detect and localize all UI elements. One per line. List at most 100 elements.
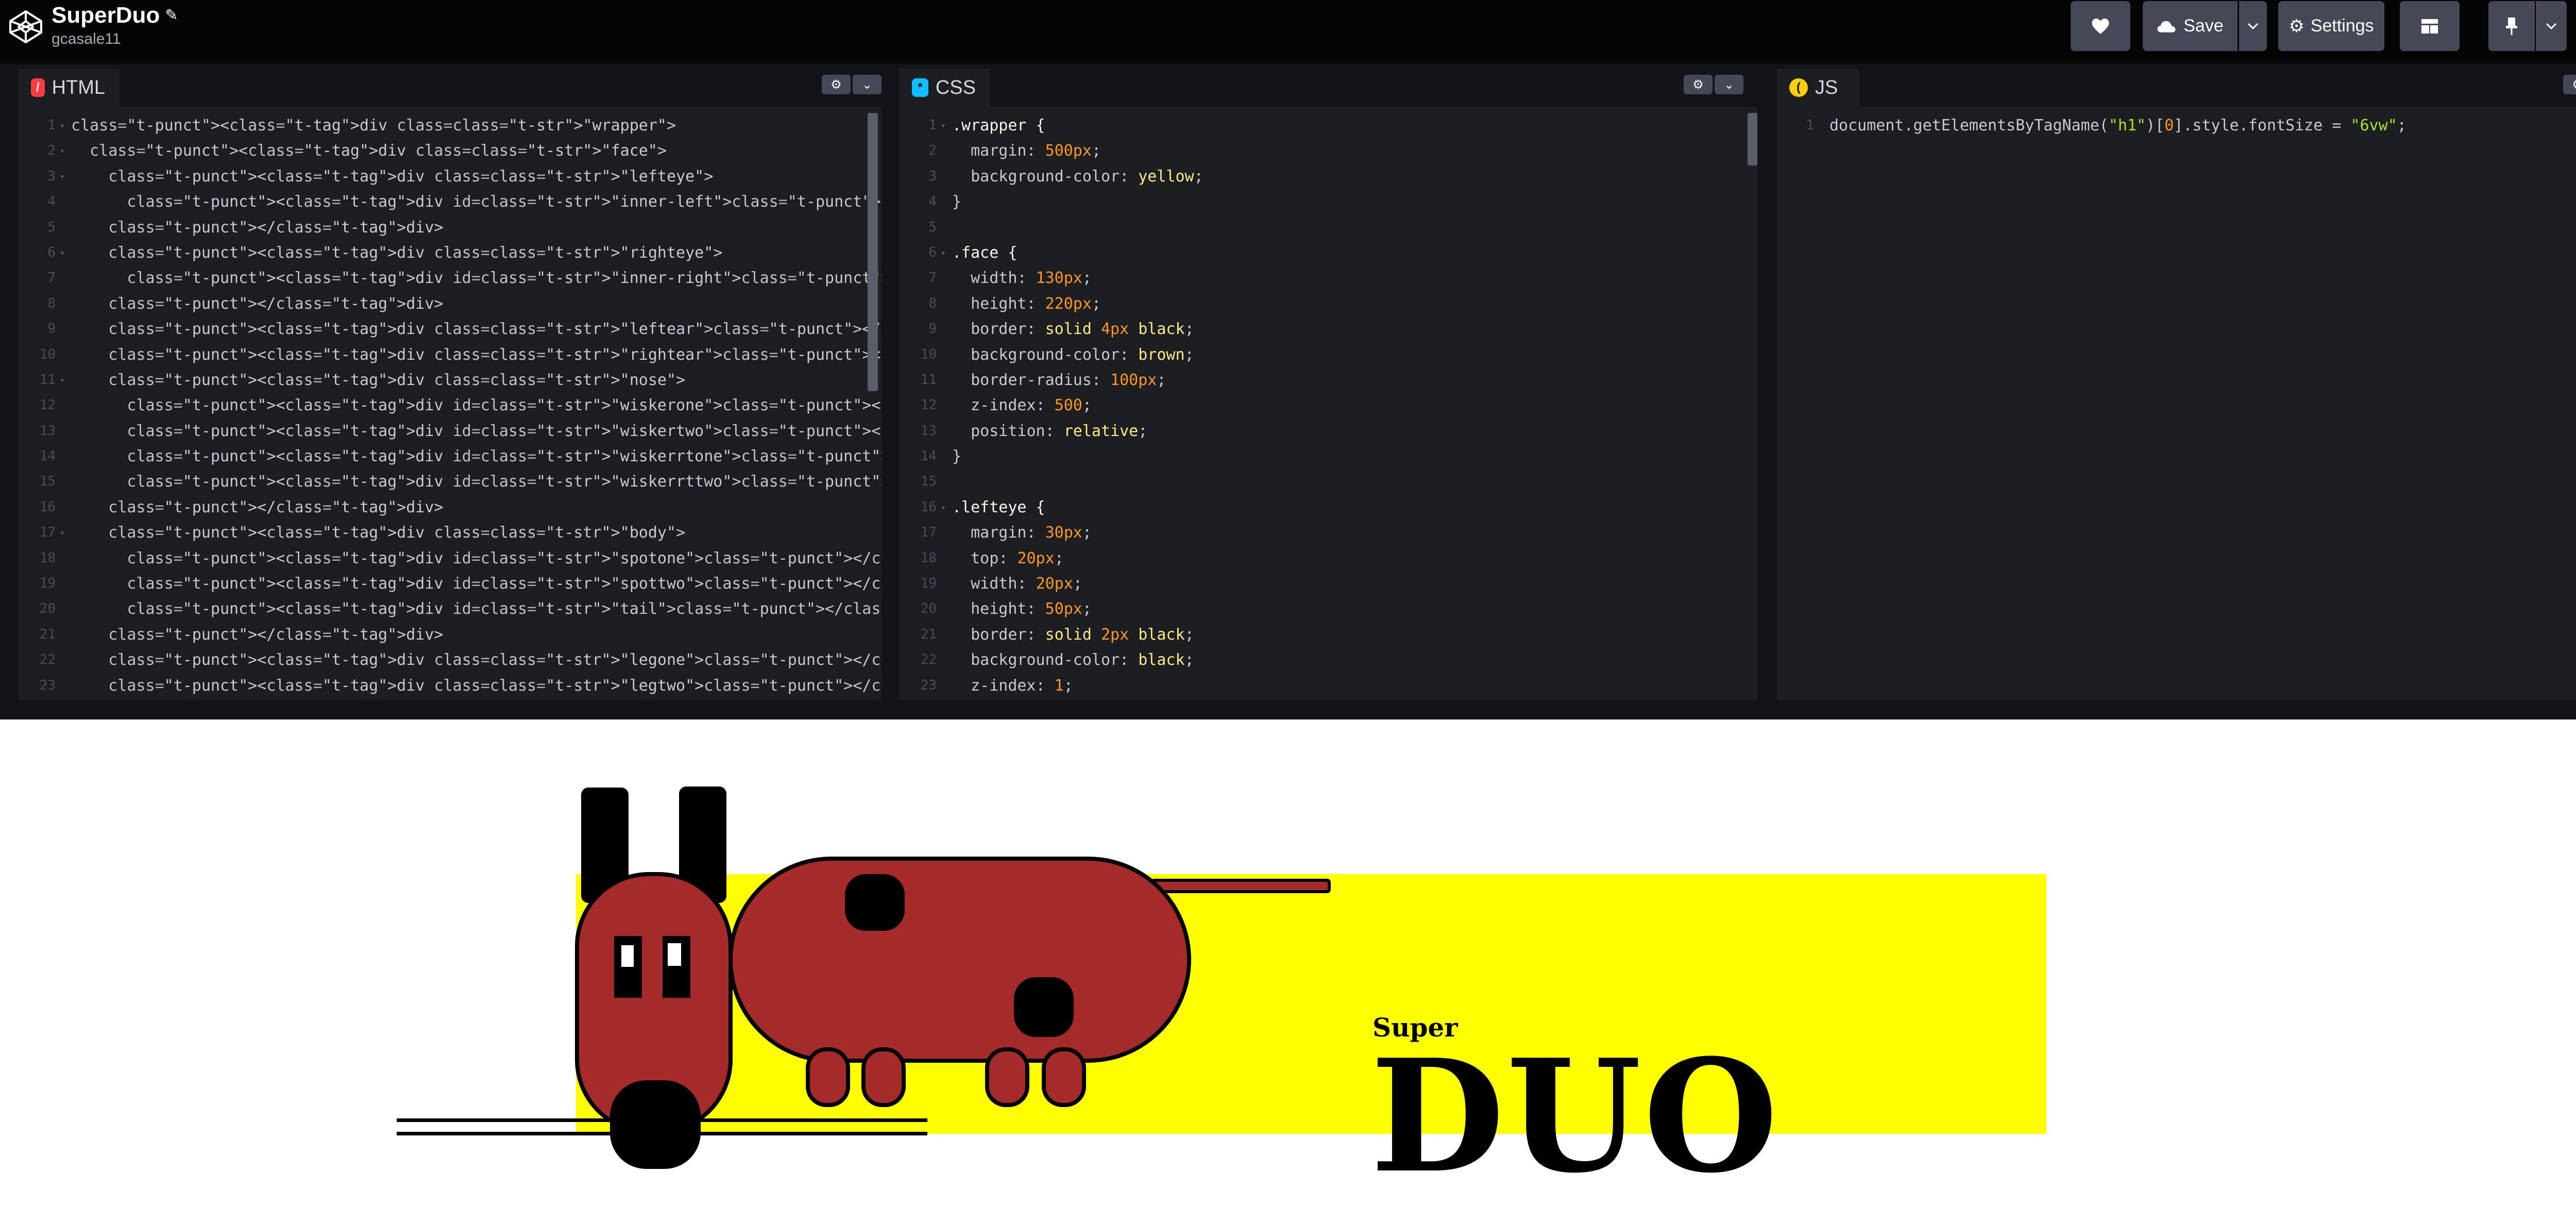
code-line[interactable]: 1 ▾ .wrapper {	[900, 113, 1757, 138]
code-line[interactable]: 14 class="t-punct"><class="t-tag">div id…	[19, 444, 882, 469]
html-scrollbar[interactable]	[868, 113, 878, 391]
code-line[interactable]: 21 border: solid 2px black;	[900, 622, 1757, 647]
code-text[interactable]: class="t-punct"><class="t-tag">div id=cl…	[71, 393, 882, 418]
html-collapse-button[interactable]: ⌄	[853, 75, 882, 94]
code-line[interactable]: 23 z-index: 1;	[900, 673, 1757, 698]
code-text[interactable]: class="t-punct"><class="t-tag">div id=cl…	[71, 419, 882, 444]
code-text[interactable]: class="t-punct"><class="t-tag">div class…	[71, 342, 882, 367]
code-text[interactable]: }	[952, 444, 961, 469]
code-text[interactable]: background-color: brown;	[952, 342, 1194, 367]
code-text[interactable]: top: 20px;	[952, 546, 1064, 571]
code-line[interactable]: 5	[900, 215, 1757, 240]
pen-author[interactable]: gcasale11	[52, 30, 178, 48]
code-line[interactable]: 11 ▾ class="t-punct"><class="t-tag">div c…	[19, 367, 882, 393]
code-line[interactable]: 17 ▾ class="t-punct"><class="t-tag">div c…	[19, 520, 882, 545]
save-button[interactable]: Save	[2143, 1, 2238, 51]
code-line[interactable]: 18 class="t-punct"><class="t-tag">div id…	[19, 546, 882, 571]
css-collapse-button[interactable]: ⌄	[1715, 75, 1743, 94]
html-code[interactable]: 1 ▾ class="t-punct"><class="t-tag">div cla…	[19, 113, 882, 698]
codepen-logo-icon[interactable]	[7, 8, 44, 45]
pen-title-text[interactable]: SuperDuo	[52, 1, 160, 30]
code-text[interactable]: document.getElementsByTagName("h1")[0].s…	[1829, 113, 2406, 138]
js-settings-button[interactable]: ⚙	[2563, 75, 2576, 94]
code-text[interactable]: .wrapper {	[952, 113, 1045, 138]
change-view-button[interactable]	[2400, 1, 2460, 51]
css-scrollbar[interactable]	[1748, 113, 1757, 165]
code-line[interactable]: 14}	[900, 444, 1757, 469]
code-line[interactable]: 6 ▾ .face {	[900, 240, 1757, 265]
code-line[interactable]: 7 class="t-punct"><class="t-tag">div id=…	[19, 265, 882, 291]
code-line[interactable]: 22 background-color: black;	[900, 647, 1757, 673]
heart-button[interactable]	[2071, 1, 2130, 51]
code-text[interactable]: class="t-punct"><class="t-tag">div class…	[71, 113, 676, 138]
code-text[interactable]: class="t-punct"><class="t-tag">div id=cl…	[71, 444, 882, 469]
code-line[interactable]: 5 class="t-punct"></class="t-tag">div>	[19, 215, 882, 240]
code-text[interactable]: height: 220px;	[952, 291, 1101, 316]
pencil-icon[interactable]: ✎	[165, 1, 178, 30]
code-text[interactable]: class="t-punct"></class="t-tag">div>	[71, 291, 443, 316]
code-line[interactable]: 12 z-index: 500;	[900, 393, 1757, 418]
code-line[interactable]: 2 margin: 500px;	[900, 138, 1757, 163]
code-text[interactable]: border: solid 4px black;	[952, 316, 1194, 342]
code-line[interactable]: 4}	[900, 189, 1757, 214]
fold-toggle-icon[interactable]: ▾	[60, 520, 65, 545]
pen-title[interactable]: SuperDuo ✎	[52, 1, 178, 30]
code-text[interactable]: }	[952, 189, 961, 214]
code-line[interactable]: 10 background-color: brown;	[900, 342, 1757, 367]
code-text[interactable]: class="t-punct"><class="t-tag">div class…	[71, 367, 685, 393]
save-options-button[interactable]	[2239, 1, 2267, 51]
code-line[interactable]: 4 class="t-punct"><class="t-tag">div id=…	[19, 189, 882, 214]
code-text[interactable]: z-index: 1;	[952, 673, 1073, 698]
code-text[interactable]: width: 130px;	[952, 265, 1092, 291]
fold-toggle-icon[interactable]: ▾	[60, 240, 65, 265]
code-text[interactable]: width: 20px;	[952, 571, 1082, 596]
code-text[interactable]: class="t-punct"><class="t-tag">div id=cl…	[71, 265, 882, 291]
code-text[interactable]: .face {	[952, 240, 1017, 265]
code-text[interactable]: z-index: 500;	[952, 393, 1092, 418]
result-preview[interactable]: Super DUO	[0, 719, 2576, 1205]
css-settings-button[interactable]: ⚙	[1684, 75, 1713, 94]
fold-toggle-icon[interactable]: ▾	[60, 138, 65, 163]
code-line[interactable]: 8 height: 220px;	[900, 291, 1757, 316]
code-line[interactable]: 17 margin: 30px;	[900, 520, 1757, 545]
code-line[interactable]: 1 ▾ class="t-punct"><class="t-tag">div cla…	[19, 113, 882, 138]
code-text[interactable]: margin: 30px;	[952, 520, 1092, 545]
code-line[interactable]: 16 class="t-punct"></class="t-tag">div>	[19, 495, 882, 520]
code-text[interactable]: class="t-punct"><class="t-tag">div class…	[71, 164, 713, 189]
resize-divider[interactable]	[0, 700, 2576, 719]
code-line[interactable]: 8 class="t-punct"></class="t-tag">div>	[19, 291, 882, 316]
code-line[interactable]: 13 position: relative;	[900, 419, 1757, 444]
code-text[interactable]: class="t-punct"><class="t-tag">div class…	[71, 673, 882, 698]
code-line[interactable]: 3 background-color: yellow;	[900, 164, 1757, 189]
tab-js[interactable]: ( JS	[1777, 69, 1859, 107]
code-text[interactable]: height: 50px;	[952, 596, 1092, 622]
code-line[interactable]: 15 class="t-punct"><class="t-tag">div id…	[19, 469, 882, 494]
code-text[interactable]: class="t-punct"></class="t-tag">div>	[71, 622, 443, 647]
code-line[interactable]: 19 class="t-punct"><class="t-tag">div id…	[19, 571, 882, 596]
js-code[interactable]: 1 document.getElementsByTagName("h1")[0].…	[1777, 113, 2576, 138]
code-text[interactable]: border: solid 2px black;	[952, 622, 1194, 647]
code-line[interactable]: 22 class="t-punct"><class="t-tag">div cl…	[19, 647, 882, 673]
fold-toggle-icon[interactable]: ▾	[60, 367, 65, 393]
html-settings-button[interactable]: ⚙	[822, 75, 851, 94]
code-line[interactable]: 10 class="t-punct"><class="t-tag">div cl…	[19, 342, 882, 367]
code-line[interactable]: 15	[900, 469, 1757, 494]
tab-html[interactable]: / HTML	[19, 69, 120, 107]
code-line[interactable]: 6 ▾ class="t-punct"><class="t-tag">div cl…	[19, 240, 882, 265]
pin-button[interactable]	[2488, 1, 2535, 51]
code-text[interactable]: class="t-punct"><class="t-tag">div class…	[71, 240, 722, 265]
code-text[interactable]: class="t-punct"><class="t-tag">div id=cl…	[71, 596, 882, 622]
code-line[interactable]: 12 class="t-punct"><class="t-tag">div id…	[19, 393, 882, 418]
code-text[interactable]: class="t-punct"><class="t-tag">div class…	[71, 316, 882, 342]
code-text[interactable]: border-radius: 100px;	[952, 367, 1166, 393]
code-text[interactable]: class="t-punct"><class="t-tag">div class…	[71, 520, 685, 545]
code-text[interactable]: position: relative;	[952, 419, 1147, 444]
settings-button[interactable]: ⚙ Settings	[2278, 1, 2384, 51]
code-line[interactable]: 13 class="t-punct"><class="t-tag">div id…	[19, 419, 882, 444]
code-text[interactable]: background-color: black;	[952, 647, 1194, 673]
code-line[interactable]: 21 class="t-punct"></class="t-tag">div>	[19, 622, 882, 647]
code-line[interactable]: 1 document.getElementsByTagName("h1")[0].…	[1777, 113, 2576, 138]
fold-toggle-icon[interactable]: ▾	[941, 240, 946, 265]
code-text[interactable]: .lefteye {	[952, 495, 1045, 520]
code-text[interactable]: class="t-punct"></class="t-tag">div>	[71, 495, 443, 520]
